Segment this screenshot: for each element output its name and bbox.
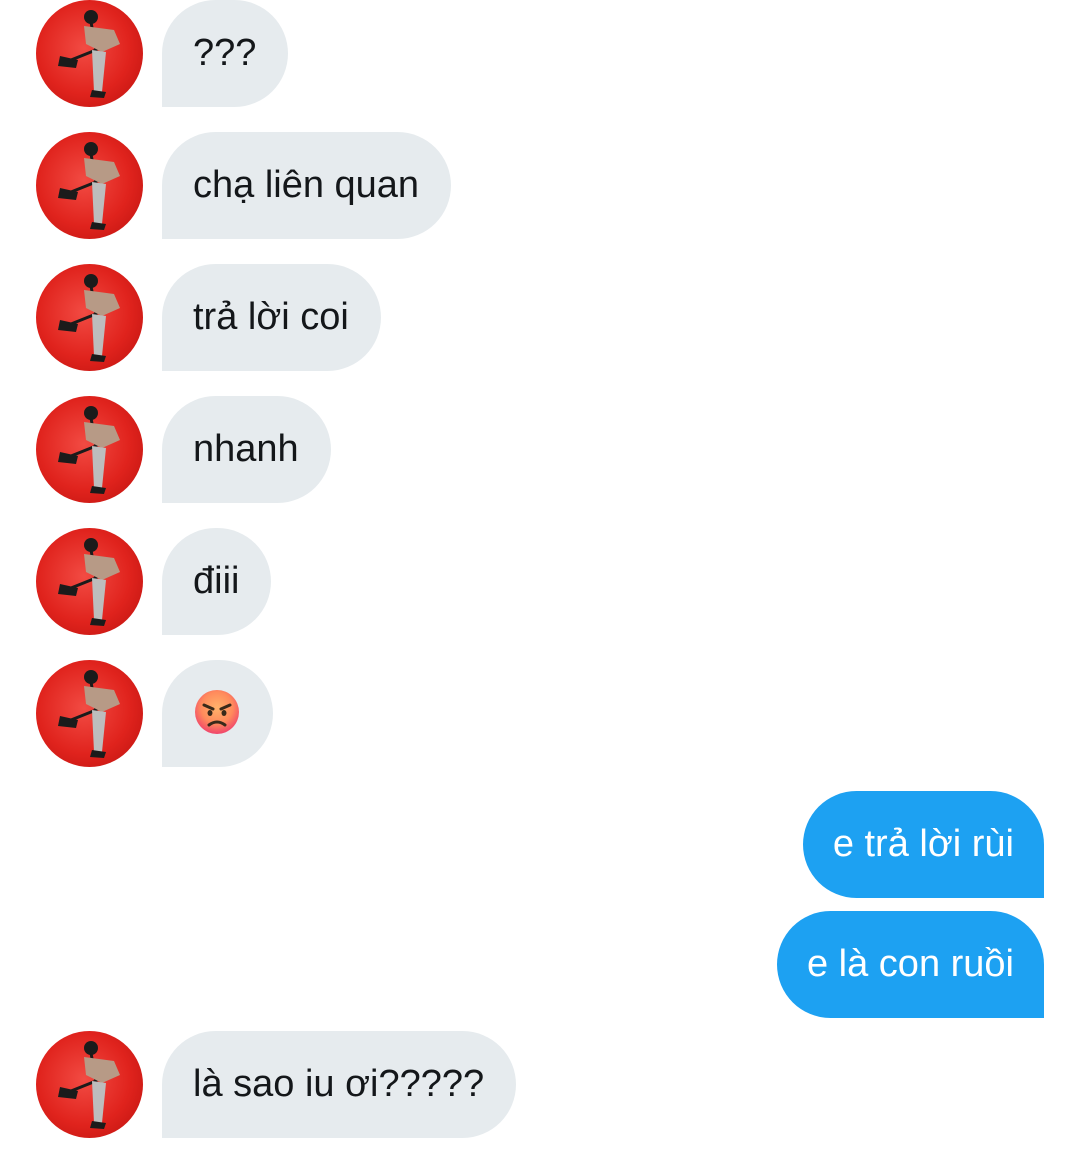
outgoing-message-bubble[interactable]: e trả lời rùi <box>802 791 1044 898</box>
incoming-message: nhanh <box>0 396 1077 503</box>
message-thread: ??? chạ liên quan trả lời coi nhanh điii… <box>0 0 1077 1158</box>
user-avatar-icon[interactable] <box>36 396 143 503</box>
message-bubble[interactable] <box>162 660 273 767</box>
message-bubble[interactable]: nhanh <box>162 396 331 503</box>
message-bubble[interactable]: là sao iu ơi????? <box>162 1031 517 1138</box>
message-bubble[interactable]: ??? <box>162 0 289 107</box>
incoming-message <box>0 660 1077 767</box>
user-avatar-icon[interactable] <box>36 264 143 371</box>
incoming-message: chạ liên quan <box>0 132 1077 239</box>
user-avatar-icon[interactable] <box>36 660 143 767</box>
user-avatar-icon[interactable] <box>36 1031 143 1138</box>
outgoing-message-bubble[interactable]: e là con ruồi <box>776 911 1044 1018</box>
user-avatar-icon[interactable] <box>36 0 143 107</box>
incoming-message: trả lời coi <box>0 264 1077 371</box>
message-bubble[interactable]: chạ liên quan <box>162 132 452 239</box>
message-bubble[interactable]: trả lời coi <box>162 264 381 371</box>
user-avatar-icon[interactable] <box>36 132 143 239</box>
incoming-message: ??? <box>0 0 1077 107</box>
incoming-message: là sao iu ơi????? <box>0 1031 1077 1138</box>
user-avatar-icon[interactable] <box>36 528 143 635</box>
incoming-message: điii <box>0 528 1077 635</box>
message-bubble[interactable]: điii <box>162 528 272 635</box>
angry-face-emoji <box>195 689 239 734</box>
